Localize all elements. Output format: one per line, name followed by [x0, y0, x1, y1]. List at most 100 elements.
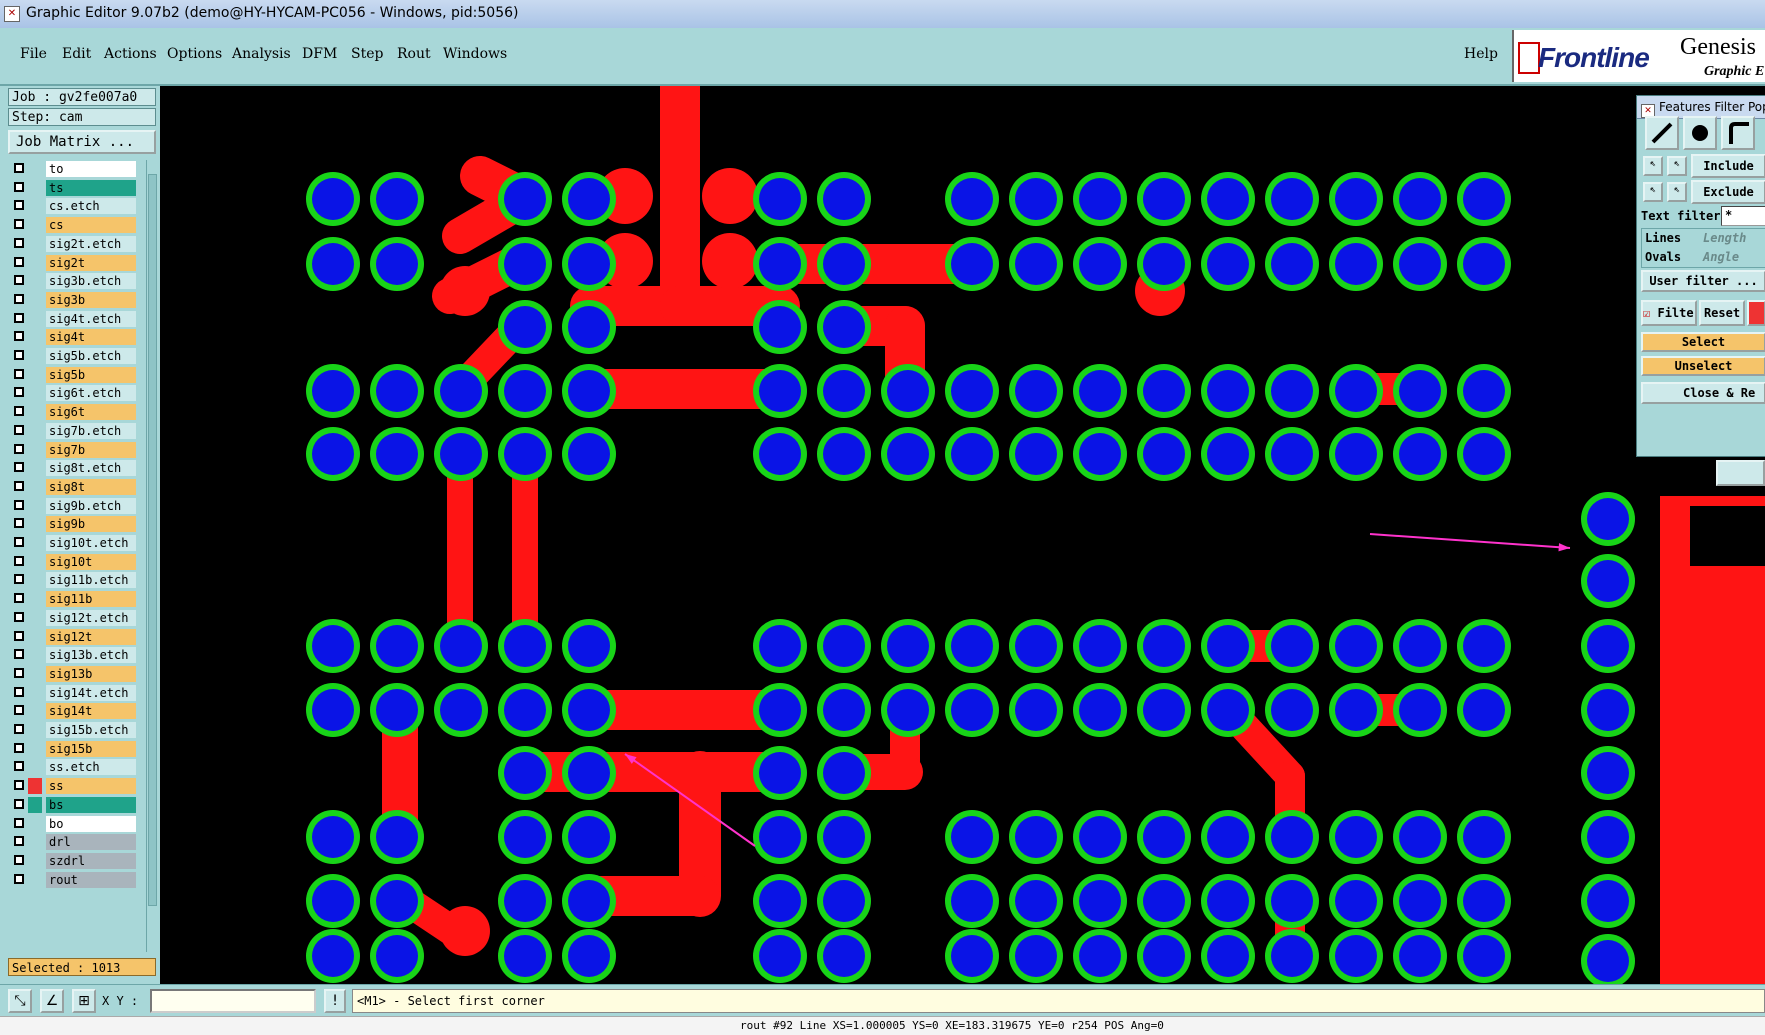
layer-checkbox[interactable] — [14, 480, 24, 491]
layer-row[interactable]: sig2t — [8, 254, 146, 272]
text-filter-input[interactable]: * — [1721, 206, 1765, 226]
layer-row[interactable]: sig9b.etch — [8, 497, 146, 515]
layer-checkbox[interactable] — [14, 817, 24, 828]
layer-list-scrollbar[interactable] — [146, 160, 157, 952]
job-matrix-button[interactable]: Job Matrix ... — [8, 130, 156, 154]
layer-checkbox[interactable] — [14, 780, 24, 791]
layer-checkbox[interactable] — [14, 406, 24, 417]
layer-name[interactable]: sig10t — [46, 553, 136, 570]
layer-name[interactable]: sig8t — [46, 478, 136, 495]
menu-analysis[interactable]: Analysis — [232, 46, 291, 62]
layer-name[interactable]: szdrl — [46, 852, 136, 869]
layer-row[interactable]: sig4t — [8, 328, 146, 346]
layer-row[interactable]: szdrl — [8, 852, 146, 870]
layer-name[interactable]: sig6t.etch — [46, 385, 136, 402]
layer-name[interactable]: sig12t — [46, 628, 136, 645]
menu-options[interactable]: Options — [167, 46, 222, 62]
layer-row[interactable]: sig5b.etch — [8, 347, 146, 365]
layer-name[interactable]: sig2t.etch — [46, 235, 136, 252]
layer-row[interactable]: bs — [8, 796, 146, 814]
graphic-canvas[interactable] — [160, 86, 1765, 984]
layer-row[interactable]: sig13b.etch — [8, 646, 146, 664]
layer-row[interactable]: sig14t — [8, 702, 146, 720]
layer-checkbox[interactable] — [14, 574, 24, 585]
layer-name[interactable]: sig15b — [46, 740, 136, 757]
layer-checkbox[interactable] — [14, 705, 24, 716]
layer-checkbox[interactable] — [14, 256, 24, 267]
layer-name[interactable]: rout — [46, 871, 136, 888]
layer-row[interactable]: sig5b — [8, 366, 146, 384]
pcb-board[interactable] — [160, 86, 1765, 984]
layer-checkbox[interactable] — [14, 611, 24, 622]
layer-row[interactable]: sig15b — [8, 740, 146, 758]
layer-checkbox[interactable] — [14, 293, 24, 304]
close-and-reset-button[interactable]: Close & Re — [1641, 382, 1765, 404]
layer-checkbox[interactable] — [14, 593, 24, 604]
layer-name[interactable]: sig12t.etch — [46, 609, 136, 626]
menu-windows[interactable]: Windows — [443, 46, 507, 62]
layer-row[interactable]: sig12t.etch — [8, 609, 146, 627]
layer-row[interactable]: sig10t — [8, 553, 146, 571]
layer-checkbox[interactable] — [14, 312, 24, 323]
layer-checkbox[interactable] — [14, 163, 24, 173]
exclude-arrow-icon-1[interactable]: ⇖ — [1643, 182, 1663, 202]
ovals-checkbox[interactable]: Ovals — [1645, 250, 1681, 264]
layer-row[interactable]: rout — [8, 871, 146, 889]
layer-checkbox[interactable] — [14, 518, 24, 529]
layer-checkbox[interactable] — [14, 742, 24, 753]
layer-checkbox[interactable] — [14, 443, 24, 454]
layer-name[interactable]: sig14t — [46, 703, 136, 720]
layer-name[interactable]: sig14t.etch — [46, 684, 136, 701]
layer-checkbox[interactable] — [14, 275, 24, 286]
layer-row[interactable]: sig7b — [8, 441, 146, 459]
include-arrow-icon-2[interactable]: ⇖ — [1667, 156, 1687, 176]
menu-dfm[interactable]: DFM — [302, 46, 337, 62]
layer-row[interactable]: ts — [8, 179, 146, 197]
include-arrow-icon-1[interactable]: ⇖ — [1643, 156, 1663, 176]
layer-name[interactable]: sig13b.etch — [46, 647, 136, 664]
layer-row[interactable]: sig3b.etch — [8, 272, 146, 290]
layer-checkbox[interactable] — [14, 181, 24, 192]
lines-checkbox[interactable]: Lines — [1645, 231, 1681, 245]
layer-name[interactable]: sig4t — [46, 329, 136, 346]
layer-checkbox[interactable] — [14, 724, 24, 734]
length-checkbox[interactable]: Length — [1703, 231, 1746, 245]
layer-checkbox[interactable] — [14, 387, 24, 398]
layer-name[interactable]: sig15b.etch — [46, 722, 136, 738]
user-filter-button[interactable]: User filter ... — [1641, 270, 1765, 292]
layer-name[interactable]: ts — [46, 179, 136, 196]
zoom-area-icon[interactable]: ⤡ — [8, 989, 32, 1013]
layer-checkbox[interactable] — [14, 462, 24, 473]
menu-rout[interactable]: Rout — [397, 46, 431, 62]
angle-checkbox[interactable]: Angle — [1703, 250, 1739, 264]
layer-name[interactable]: sig7b.etch — [46, 422, 136, 439]
layer-name[interactable]: sig11b — [46, 591, 136, 608]
layer-row[interactable]: ss.etch — [8, 758, 146, 776]
pad-type-button[interactable] — [1683, 116, 1717, 150]
layer-name[interactable]: ss — [46, 778, 136, 795]
layer-name[interactable]: bo — [46, 815, 136, 832]
layer-name[interactable]: drl — [46, 834, 136, 851]
layer-checkbox[interactable] — [14, 331, 24, 342]
layer-row[interactable]: sig7b.etch — [8, 422, 146, 440]
menu-help[interactable]: Help — [1464, 46, 1498, 62]
layer-row[interactable]: sig11b — [8, 590, 146, 608]
arc-type-button[interactable] — [1721, 116, 1755, 150]
layer-checkbox[interactable] — [14, 649, 24, 660]
layer-row[interactable]: cs — [8, 216, 146, 234]
layer-checkbox[interactable] — [14, 424, 24, 435]
layer-checkbox[interactable] — [14, 219, 24, 230]
layer-name[interactable]: sig9b.etch — [46, 497, 136, 514]
layer-row[interactable]: sig6t.etch — [8, 384, 146, 402]
stop-button[interactable] — [1747, 300, 1765, 326]
layer-name[interactable]: sig3b — [46, 291, 136, 308]
layer-row[interactable]: sig12t — [8, 628, 146, 646]
layer-name[interactable]: cs — [46, 217, 136, 234]
layer-row[interactable]: drl — [8, 833, 146, 851]
layer-row[interactable]: sig11b.etch — [8, 571, 146, 589]
layer-name[interactable]: cs.etch — [46, 198, 136, 215]
layer-row[interactable]: sig8t — [8, 478, 146, 496]
layer-name[interactable]: sig8t.etch — [46, 460, 136, 477]
layer-checkbox[interactable] — [14, 761, 24, 772]
layer-row[interactable]: sig2t.etch — [8, 235, 146, 253]
